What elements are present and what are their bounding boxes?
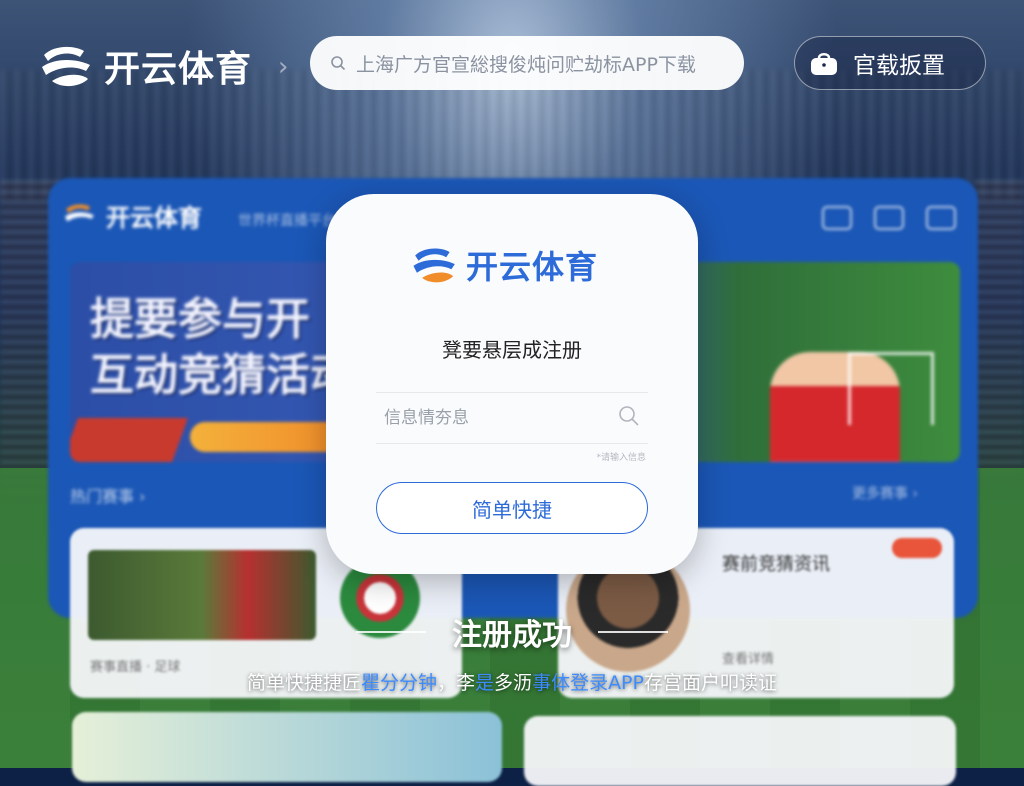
caption-text: 简单快捷捷匠瞿分分钟，李是多沥事体登录APP存宫面户叩读证 <box>0 668 1024 695</box>
search-text: 上海广方官宣総搜俊炖问贮劫标APP下载 <box>356 53 696 76</box>
promo-banner-text: 提要参与开 互动竞猜活动 <box>90 292 354 404</box>
section-title: 热门赛事 › <box>70 487 146 506</box>
player-card-title: 赛前竞猜资讯 <box>722 554 830 575</box>
brand-name: 开云体育 <box>104 49 253 90</box>
caption-highlight: 瞿分分钟 <box>361 672 438 694</box>
grid-icon <box>822 206 852 230</box>
caption-part: ，李 <box>437 672 476 694</box>
search-bar[interactable]: 上海广方官宣総搜俊炖问贮劫标APP下载 <box>310 36 744 90</box>
goal-frame <box>848 352 934 425</box>
modal-brand-logo: 开云体育 <box>410 242 598 288</box>
search-icon[interactable] <box>618 405 640 427</box>
modal-message: 凳要悬层成注册 <box>442 338 582 362</box>
app-download-button[interactable]: 官载扳置 <box>794 36 986 90</box>
background-app-brand: 开云体育 <box>106 204 202 232</box>
brand-logo[interactable]: 开云体育 <box>38 40 252 92</box>
kaiyun-logo-icon <box>42 46 90 87</box>
promo-pill-button <box>190 422 340 452</box>
news-card <box>72 712 502 782</box>
promo-line-1: 提要参与开 <box>90 294 310 345</box>
modal-brand-name: 开云体育 <box>466 248 599 286</box>
background-app-icons <box>822 206 956 230</box>
background-app-header: 开云体育 <box>62 198 202 233</box>
background-app-subtitle: 世界杯直播平台 <box>238 213 336 229</box>
promo-line-2: 互动竞猜活动 <box>90 350 354 401</box>
kaiyun-logo-icon <box>65 204 94 221</box>
success-banner: 注册成功 <box>0 610 1024 654</box>
info-input[interactable] <box>376 393 606 443</box>
success-title: 注册成功 <box>452 618 572 653</box>
caption-highlight: 事体登录APP <box>532 672 644 694</box>
promo-red-stripe <box>70 418 189 462</box>
section-more: 更多赛事 › <box>851 486 918 502</box>
caption-part: 多沥 <box>494 672 533 694</box>
caption-highlight: 是 <box>475 672 495 694</box>
divider-right <box>598 631 668 633</box>
bag-icon <box>811 53 837 75</box>
app-download-label: 官载扳置 <box>853 53 945 79</box>
menu-icon <box>926 206 956 230</box>
chevron-right-icon: › <box>278 52 289 82</box>
search-icon <box>331 56 346 71</box>
hot-tag <box>892 538 942 558</box>
caption-part: 存宫面户叩读证 <box>643 672 777 694</box>
info-input-row <box>376 392 648 444</box>
news-card <box>524 716 956 786</box>
user-icon <box>874 206 904 230</box>
quick-register-button[interactable]: 简单快捷 <box>376 482 648 534</box>
registration-modal: 开云体育 凳要悬层成注册 *请输入信息 简单快捷 <box>326 194 698 574</box>
kaiyun-logo-icon <box>413 248 455 283</box>
stadium-stands-right <box>974 180 1024 480</box>
caption-part: 简单快捷捷匠 <box>246 672 361 694</box>
divider-left <box>356 631 426 633</box>
input-hint: *请输入信息 <box>596 453 646 463</box>
